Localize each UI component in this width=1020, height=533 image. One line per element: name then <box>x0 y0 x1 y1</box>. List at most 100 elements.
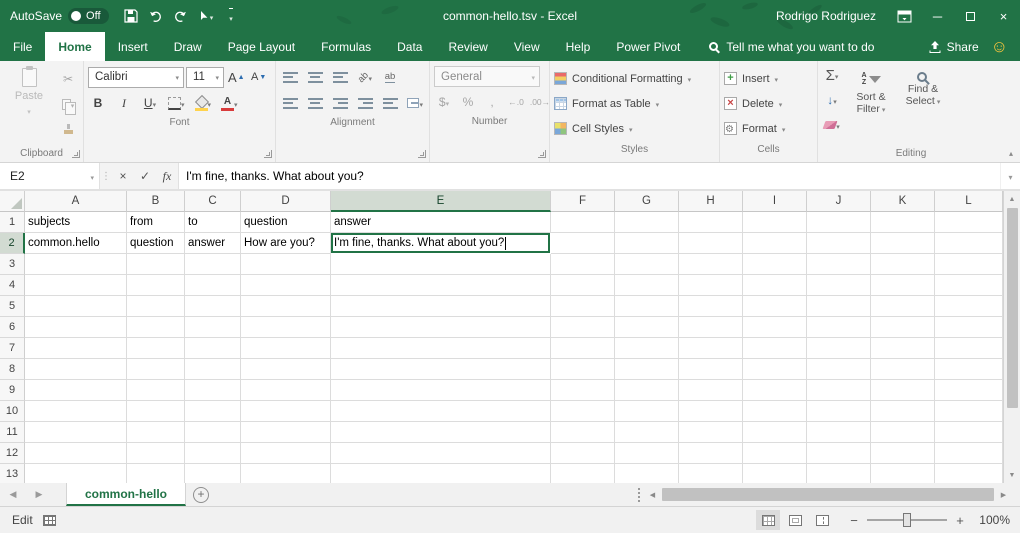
shrink-font-icon[interactable]: A▼ <box>249 66 269 88</box>
tab-power-pivot[interactable]: Power Pivot <box>603 32 693 61</box>
cell-I7[interactable] <box>743 338 807 359</box>
cell-F7[interactable] <box>551 338 615 359</box>
copy-icon[interactable] <box>58 93 78 115</box>
cell-E2[interactable]: I'm fine, thanks. What about you? <box>331 233 551 254</box>
cell-C13[interactable] <box>185 464 241 483</box>
cell-A13[interactable] <box>25 464 127 483</box>
cell-B10[interactable] <box>127 401 185 422</box>
touch-mouse-mode-icon[interactable] <box>195 3 217 29</box>
scroll-down-icon[interactable]: ▼ <box>1004 467 1020 483</box>
cell-I5[interactable] <box>743 296 807 317</box>
share-button[interactable]: Share <box>917 32 991 61</box>
cell-A11[interactable] <box>25 422 127 443</box>
column-header-J[interactable]: J <box>807 191 871 212</box>
cell-F10[interactable] <box>551 401 615 422</box>
cell-D12[interactable] <box>241 443 331 464</box>
cell-J4[interactable] <box>807 275 871 296</box>
tab-review[interactable]: Review <box>435 32 500 61</box>
cell-I10[interactable] <box>743 401 807 422</box>
cell-K12[interactable] <box>871 443 935 464</box>
cell-H8[interactable] <box>679 359 743 380</box>
italic-icon[interactable]: I <box>114 92 134 114</box>
cell-B2[interactable]: question <box>127 233 185 254</box>
cell-C8[interactable] <box>185 359 241 380</box>
row-header-12[interactable]: 12 <box>0 443 25 464</box>
cell-G10[interactable] <box>615 401 679 422</box>
cell-J10[interactable] <box>807 401 871 422</box>
font-name-select[interactable]: Calibri <box>88 67 184 88</box>
cell-K13[interactable] <box>871 464 935 483</box>
row-header-6[interactable]: 6 <box>0 317 25 338</box>
cell-A1[interactable]: subjects <box>25 212 127 233</box>
cell-B12[interactable] <box>127 443 185 464</box>
cell-G13[interactable] <box>615 464 679 483</box>
find-select-button[interactable]: Find & Select <box>897 64 949 108</box>
column-header-G[interactable]: G <box>615 191 679 212</box>
cell-F13[interactable] <box>551 464 615 483</box>
zoom-slider[interactable] <box>867 513 947 527</box>
column-header-D[interactable]: D <box>241 191 331 212</box>
cell-G12[interactable] <box>615 443 679 464</box>
zoom-slider-thumb[interactable] <box>903 513 911 527</box>
cancel-icon[interactable]: × <box>112 163 134 189</box>
cell-E12[interactable] <box>331 443 551 464</box>
new-sheet-button[interactable]: + <box>186 483 216 506</box>
wrap-text-icon[interactable]: ab <box>380 66 400 88</box>
name-box-splitter[interactable]: ⋮ <box>100 163 112 189</box>
cell-C10[interactable] <box>185 401 241 422</box>
zoom-out-icon[interactable]: − <box>847 513 861 528</box>
cell-B4[interactable] <box>127 275 185 296</box>
sheet-nav-right-icon[interactable]: ▶ <box>26 483 52 506</box>
cell-G5[interactable] <box>615 296 679 317</box>
cell-I12[interactable] <box>743 443 807 464</box>
cell-J6[interactable] <box>807 317 871 338</box>
cell-E3[interactable] <box>331 254 551 275</box>
cell-E10[interactable] <box>331 401 551 422</box>
cell-K2[interactable] <box>871 233 935 254</box>
cell-D10[interactable] <box>241 401 331 422</box>
cell-L6[interactable] <box>935 317 1003 338</box>
cell-F4[interactable] <box>551 275 615 296</box>
tab-page-layout[interactable]: Page Layout <box>215 32 308 61</box>
row-header-4[interactable]: 4 <box>0 275 25 296</box>
cell-F1[interactable] <box>551 212 615 233</box>
collapse-ribbon-icon[interactable]: ▴ <box>1009 149 1013 158</box>
sheet-nav-left-icon[interactable]: ◀ <box>0 483 26 506</box>
row-header-1[interactable]: 1 <box>0 212 25 233</box>
cell-F9[interactable] <box>551 380 615 401</box>
cell-L8[interactable] <box>935 359 1003 380</box>
cell-C5[interactable] <box>185 296 241 317</box>
cell-G2[interactable] <box>615 233 679 254</box>
cell-L2[interactable] <box>935 233 1003 254</box>
row-header-3[interactable]: 3 <box>0 254 25 275</box>
cell-D9[interactable] <box>241 380 331 401</box>
cell-F12[interactable] <box>551 443 615 464</box>
cell-D8[interactable] <box>241 359 331 380</box>
cell-H6[interactable] <box>679 317 743 338</box>
user-name[interactable]: Rodrigo Rodriguez <box>776 9 876 23</box>
cell-A6[interactable] <box>25 317 127 338</box>
accounting-format-icon[interactable]: $ <box>434 91 454 113</box>
cell-E9[interactable] <box>331 380 551 401</box>
cell-G6[interactable] <box>615 317 679 338</box>
cell-L5[interactable] <box>935 296 1003 317</box>
font-color-icon[interactable]: A <box>219 92 240 114</box>
cell-K4[interactable] <box>871 275 935 296</box>
cell-J11[interactable] <box>807 422 871 443</box>
cell-H3[interactable] <box>679 254 743 275</box>
underline-icon[interactable]: U <box>140 92 160 114</box>
column-header-B[interactable]: B <box>127 191 185 212</box>
align-left-icon[interactable] <box>280 92 300 114</box>
tab-scrollbar-splitter[interactable] <box>634 483 644 506</box>
formula-bar-expand-icon[interactable] <box>1000 163 1020 189</box>
cell-B5[interactable] <box>127 296 185 317</box>
cell-K5[interactable] <box>871 296 935 317</box>
cell-E11[interactable] <box>331 422 551 443</box>
cell-H2[interactable] <box>679 233 743 254</box>
paste-button[interactable]: Paste <box>4 64 54 117</box>
tab-home[interactable]: Home <box>45 32 104 61</box>
cell-F5[interactable] <box>551 296 615 317</box>
conditional-formatting-button[interactable]: Conditional Formatting <box>554 66 715 91</box>
row-header-10[interactable]: 10 <box>0 401 25 422</box>
percent-style-icon[interactable]: % <box>458 91 478 113</box>
